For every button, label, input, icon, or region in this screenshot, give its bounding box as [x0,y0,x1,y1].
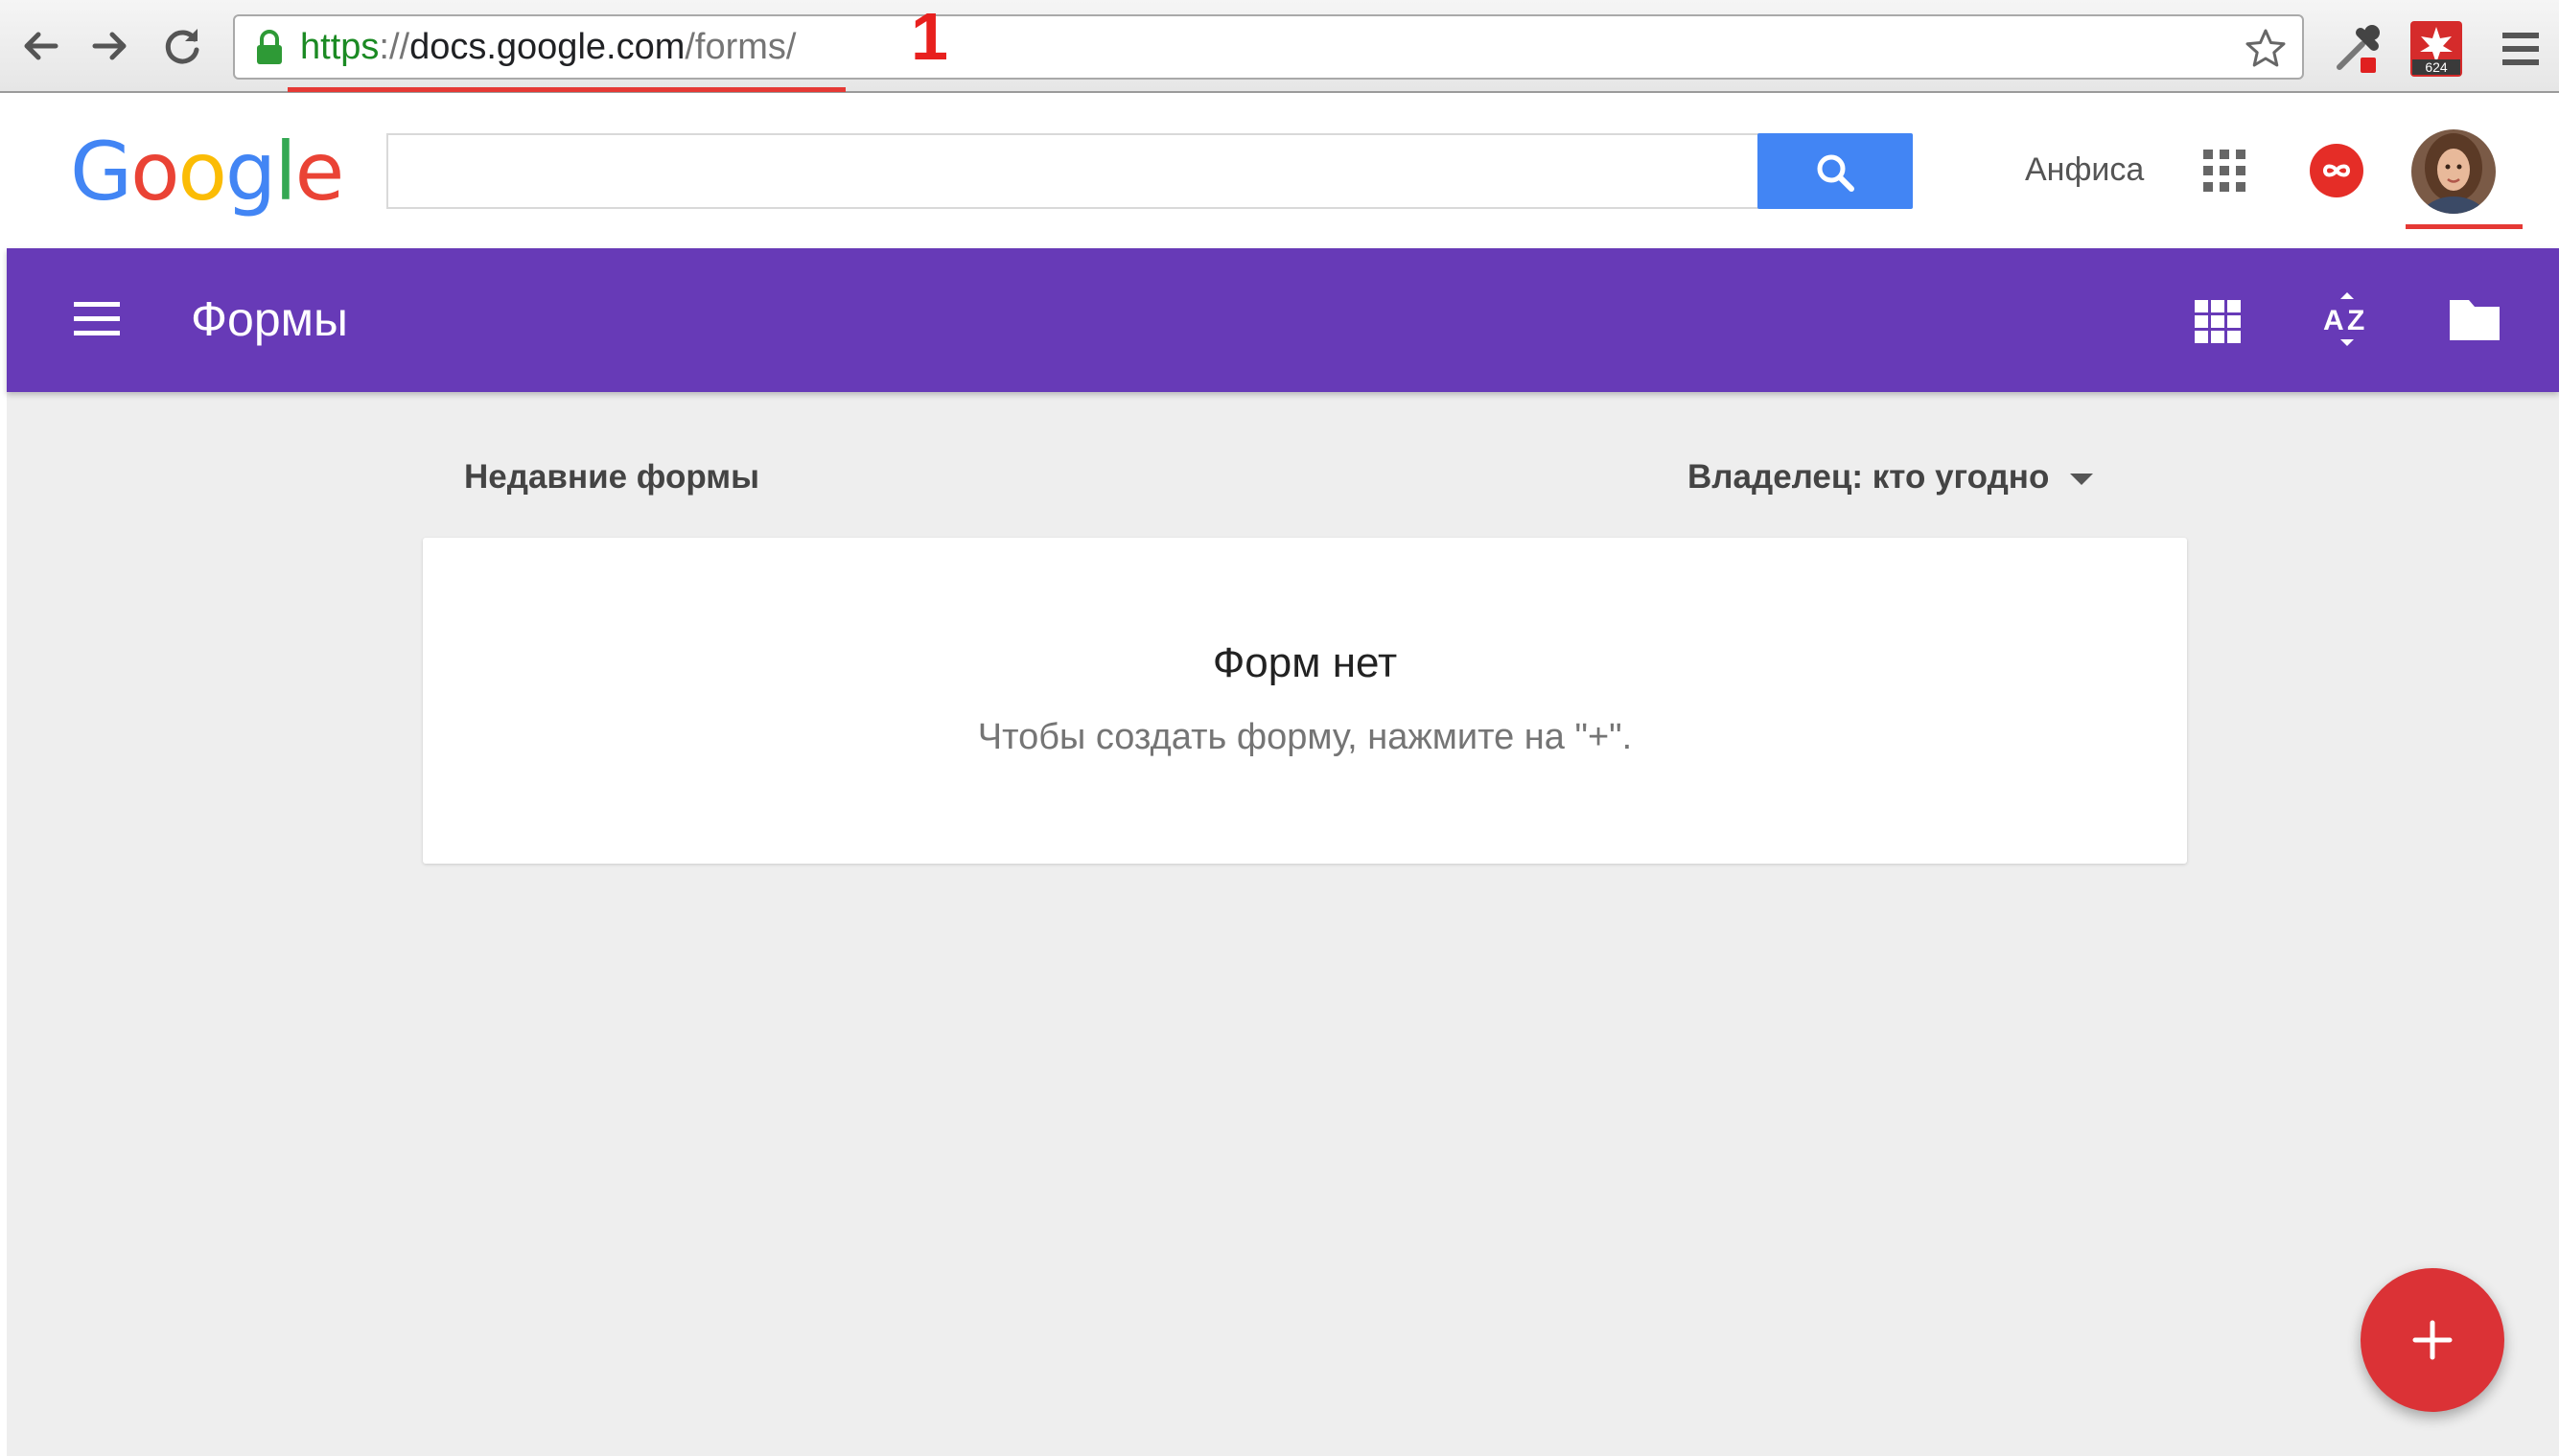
reload-button[interactable] [159,23,205,69]
apps-grid-icon[interactable] [2200,147,2248,195]
forward-button[interactable] [87,23,133,69]
avatar[interactable] [2411,129,2496,214]
arrow-left-icon [24,32,58,60]
sort-az-icon[interactable]: A Z [2319,290,2375,348]
caret-down-icon [2070,473,2094,485]
browser-menu-icon[interactable] [2491,19,2550,79]
user-name[interactable]: Анфиса [2025,149,2144,191]
forms-app-bar: Формы A Z [7,248,2559,392]
browser-toolbar: https://docs.google.com/forms/ 1 624 [0,0,2559,93]
folder-icon[interactable] [2446,290,2503,348]
url-annotation-underline [288,87,846,92]
svg-text:Z: Z [2347,305,2364,336]
plus-icon [2412,1320,2453,1360]
eyedropper-icon[interactable] [2328,19,2387,79]
url-scheme: https [300,27,380,67]
search-button[interactable] [1757,133,1913,209]
logo-letter: G [70,125,132,219]
empty-state-hint: Чтобы создать форму, нажмите на "+". [977,717,1633,757]
star-icon[interactable] [2243,26,2289,72]
google-header: Google Анфиса [7,93,2559,248]
annotation-number: 1 [911,0,948,74]
logo-letter: o [130,125,179,219]
extension-icon[interactable]: 624 [2407,19,2466,79]
infinity-icon[interactable] [2310,144,2363,197]
app-title: Формы [191,292,348,346]
avatar-annotation-underline [2406,224,2523,229]
search-input[interactable] [386,133,1764,209]
window-edge [0,0,7,1456]
back-button[interactable] [17,23,63,69]
hamburger-icon[interactable] [70,292,124,346]
url-host: docs.google.com [409,27,686,67]
owner-filter-dropdown[interactable]: Владелец: кто угодно [1687,454,2094,500]
url-text: https://docs.google.com/forms/ [300,26,797,68]
reload-icon [165,29,199,64]
lock-icon [257,30,282,64]
logo-letter: o [177,125,227,219]
url-path: /forms/ [685,27,797,67]
arrow-right-icon [92,32,127,60]
owner-filter-label: Владелец: кто угодно [1687,458,2050,496]
address-bar[interactable]: https://docs.google.com/forms/ [233,14,2304,80]
search-icon [1817,154,1854,192]
logo-letter: l [274,125,296,219]
google-logo[interactable]: Google [70,124,345,220]
create-form-button[interactable] [2361,1268,2504,1412]
empty-state-card: Форм нет Чтобы создать форму, нажмите на… [423,538,2187,864]
empty-state-title: Форм нет [1212,639,1398,686]
extension-badge: 624 [2425,59,2448,75]
url-separator: :// [379,27,410,67]
logo-letter: e [294,125,345,219]
grid-view-icon[interactable] [2193,296,2243,346]
svg-text:A: A [2323,305,2344,336]
logo-letter: g [224,125,276,219]
section-title: Недавние формы [464,458,760,496]
